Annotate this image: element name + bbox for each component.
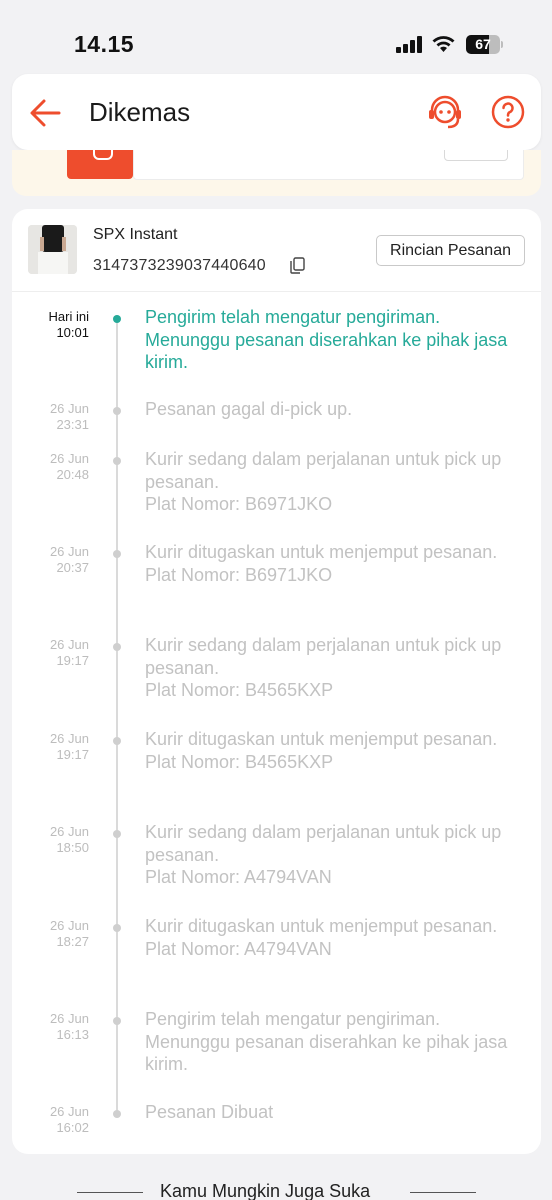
event-date: 26 Jun xyxy=(49,731,89,746)
event-time: 10:01 xyxy=(56,325,89,340)
wifi-icon xyxy=(432,36,455,52)
product-thumbnail xyxy=(28,225,77,274)
event-timestamp: Hari ini 10:01 xyxy=(12,309,89,341)
tracking-card: SPX Instant 3147373239037440640 Rincian … xyxy=(12,209,541,1154)
event-description: Pengirim telah mengatur pengiriman. Menu… xyxy=(145,1009,508,1074)
event-date: 26 Jun xyxy=(49,918,89,933)
event-date: 26 Jun xyxy=(49,637,89,652)
status-time: 14.15 xyxy=(74,31,135,57)
divider xyxy=(410,1192,476,1193)
voucher-button[interactable] xyxy=(444,150,508,161)
event-time: 19:17 xyxy=(56,653,89,668)
event-timestamp: 26 Jun 19:17 xyxy=(12,731,89,763)
event-description: Kurir sedang dalam perjalanan untuk pick… xyxy=(145,635,502,700)
timeline-line xyxy=(116,315,118,1115)
event-date: 26 Jun xyxy=(49,1011,89,1026)
event-description: Kurir ditugaskan untuk menjemput pesanan… xyxy=(145,916,498,959)
event-time: 18:27 xyxy=(56,934,89,949)
copy-icon[interactable] xyxy=(290,257,305,274)
customer-service-icon[interactable] xyxy=(426,94,464,132)
event-description: Kurir ditugaskan untuk menjemput pesanan… xyxy=(145,729,498,772)
event-timestamp: 26 Jun 20:48 xyxy=(12,451,89,483)
event-description: Pesanan Dibuat xyxy=(145,1102,274,1122)
event-time: 20:48 xyxy=(56,467,89,482)
event-timestamp: 26 Jun 20:37 xyxy=(12,544,89,576)
divider xyxy=(12,291,541,292)
courier-name: SPX Instant xyxy=(93,226,178,243)
status-bar: 14.15 67 xyxy=(0,0,552,70)
event-description: Kurir sedang dalam perjalanan untuk pick… xyxy=(145,822,502,887)
event-date: 26 Jun xyxy=(49,451,89,466)
event-date: 26 Jun xyxy=(49,1104,89,1119)
timeline-dot xyxy=(113,315,121,323)
recommendation-title: Kamu Mungkin Juga Suka xyxy=(160,1181,371,1200)
event-time: 20:37 xyxy=(56,560,89,575)
event-time: 16:13 xyxy=(56,1027,89,1042)
event-date: Hari ini xyxy=(48,309,89,324)
timeline-dot xyxy=(113,1110,121,1118)
event-timestamp: 26 Jun 19:17 xyxy=(12,637,89,669)
battery-icon: 67 xyxy=(466,35,503,54)
battery-level: 67 xyxy=(475,36,491,52)
voucher-card-partial xyxy=(12,150,541,196)
event-description: Kurir sedang dalam perjalanan untuk pick… xyxy=(145,449,502,514)
event-time: 19:17 xyxy=(56,747,89,762)
event-time: 16:02 xyxy=(56,1120,89,1135)
event-timestamp: 26 Jun 18:50 xyxy=(12,824,89,856)
app-header: Dikemas xyxy=(12,74,541,150)
event-time: 23:31 xyxy=(56,417,89,432)
event-description: Pesanan gagal di-pick up. xyxy=(145,399,353,419)
event-date: 26 Jun xyxy=(49,824,89,839)
timeline-dot xyxy=(113,457,121,465)
timeline-dot xyxy=(113,1017,121,1025)
event-description: Kurir ditugaskan untuk menjemput pesanan… xyxy=(145,542,498,585)
event-description: Pengirim telah mengatur pengiriman. Menu… xyxy=(145,307,508,372)
timeline-dot xyxy=(113,737,121,745)
event-timestamp: 26 Jun 23:31 xyxy=(12,401,89,433)
cellular-signal-icon xyxy=(396,36,422,53)
event-date: 26 Jun xyxy=(49,544,89,559)
event-date: 26 Jun xyxy=(49,401,89,416)
timeline-dot xyxy=(113,924,121,932)
back-arrow-icon[interactable] xyxy=(28,96,62,130)
timeline-dot xyxy=(113,830,121,838)
help-icon[interactable] xyxy=(490,94,526,130)
timeline-dot xyxy=(113,550,121,558)
timeline-dot xyxy=(113,643,121,651)
event-timestamp: 26 Jun 16:13 xyxy=(12,1011,89,1043)
divider xyxy=(77,1192,143,1193)
timeline-dot xyxy=(113,407,121,415)
tracking-number: 3147373239037440640 xyxy=(93,257,266,274)
event-time: 18:50 xyxy=(56,840,89,855)
event-timestamp: 26 Jun 18:27 xyxy=(12,918,89,950)
order-detail-button[interactable]: Rincian Pesanan xyxy=(376,235,525,266)
event-timestamp: 26 Jun 16:02 xyxy=(12,1104,89,1136)
voucher-symbol-icon xyxy=(93,150,113,160)
page-title: Dikemas xyxy=(89,97,191,127)
